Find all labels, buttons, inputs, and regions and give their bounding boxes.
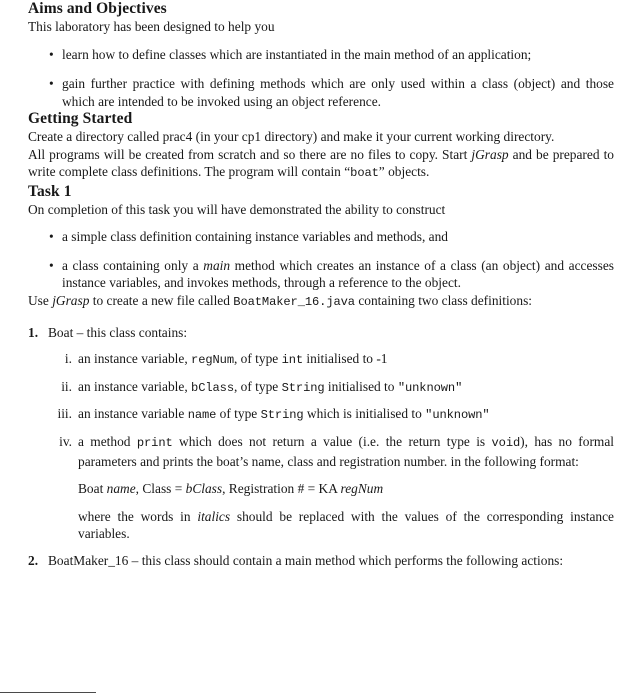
filename-code: BoatMaker_16.java (233, 294, 355, 309)
item-1-marker: 1. (28, 324, 39, 340)
roman-ii-text: an instance variable, bClass, of type St… (78, 378, 614, 398)
heading-getting-started: Getting Started (28, 110, 133, 128)
regnum-code: regNum (191, 353, 234, 368)
void-code: void (491, 435, 521, 450)
roman-iv-marker: iv. (59, 433, 72, 449)
unknown-code: "unknown" (425, 408, 490, 423)
unknown-code: "unknown" (397, 380, 463, 395)
roman-ii-part2: , of type (233, 378, 282, 394)
paragraph-aims-intro: This laboratory has been designed to hel… (28, 18, 275, 34)
use-jgrasp-part1: Use (28, 292, 53, 308)
paragraph-use-jgrasp: Use jGrasp to create a new file called B… (28, 292, 614, 312)
document-page: Aims and Objectives This laboratory has … (0, 0, 644, 700)
item-1-text: Boat – this class contains: (48, 324, 188, 340)
int-code: int (281, 353, 304, 368)
roman-ii-marker: ii. (61, 378, 72, 394)
format-text2: , Class = (135, 481, 186, 497)
roman-ii-part3: initialised to (324, 378, 398, 394)
roman-i-marker: i. (64, 351, 72, 367)
main-italic: main (203, 257, 231, 273)
print-format-line: Boat name, Class = bClass, Registration … (78, 480, 614, 498)
roman-item-iii: iii. an instance variable name of type S… (48, 405, 614, 425)
format-text3: , Registration # = KA (222, 481, 341, 497)
bullet-dot-icon: • (49, 257, 54, 273)
jgrasp-italic: jGrasp (471, 146, 509, 162)
bullet-dot-icon: • (49, 47, 54, 63)
roman-i-text: an instance variable, regNum, of type in… (78, 350, 614, 370)
heading-task-1: Task 1 (28, 182, 72, 200)
note-part1: where the words in (78, 508, 198, 524)
name-code: name (187, 408, 217, 423)
use-jgrasp-part3: containing two class definitions: (354, 292, 532, 308)
page-bottom-rule (0, 692, 96, 693)
roman-ii-part1: an instance variable, (78, 378, 192, 394)
roman-iii-marker: iii. (57, 406, 72, 422)
roman-item-iv: iv. a method print which does not return… (48, 433, 614, 543)
roman-iv-part2: which does not return a value (i.e. the … (172, 433, 492, 449)
list-item: • learn how to define classes which are … (28, 46, 614, 64)
paragraph-all-programs: All programs will be created from scratc… (28, 146, 614, 183)
bullet-dot-icon: • (49, 229, 54, 245)
use-jgrasp-part2: to create a new file called (89, 292, 234, 308)
italics-note: where the words in italics should be rep… (78, 508, 614, 543)
boat-roman-list: i. an instance variable, regNum, of type… (48, 350, 614, 543)
roman-item-i: i. an instance variable, regNum, of type… (48, 350, 614, 370)
format-bclass-italic: bClass (185, 481, 223, 497)
aims-bullet-1-text: learn how to define classes which are in… (62, 47, 532, 63)
roman-i-part3: initialised to -1 (303, 351, 388, 367)
italics-word: italics (197, 508, 231, 524)
print-code: print (136, 435, 173, 450)
roman-i-part2: , of type (233, 351, 282, 367)
roman-iii-part3: which is initialised to (303, 406, 426, 422)
aims-bullet-2-text: gain further practice with defining meth… (62, 76, 614, 109)
task1-numbered-list: 1. Boat – this class contains: i. an ins… (28, 324, 614, 570)
format-text1: Boat (78, 481, 107, 497)
roman-iii-text: an instance variable name of type String… (78, 405, 614, 425)
task1-bullet-list: • a simple class definition containing i… (28, 228, 614, 292)
list-item: • a simple class definition containing i… (28, 228, 614, 246)
numbered-item-1: 1. Boat – this class contains: i. an ins… (28, 324, 614, 543)
task1-bullet-1-text: a simple class definition containing ins… (62, 229, 448, 245)
heading-aims-and-objectives: Aims and Objectives (28, 0, 167, 17)
roman-iii-part2: of type (216, 406, 261, 422)
item-2-text: BoatMaker_16 – this class should contain… (48, 552, 564, 568)
paragraph-task1-intro: On completion of this task you will have… (28, 201, 446, 217)
format-name-italic: name (106, 481, 136, 497)
document-content: Aims and Objectives This laboratory has … (28, 0, 614, 570)
string-code: String (281, 380, 325, 395)
bclass-code: bClass (191, 380, 234, 395)
boat-code: boat (350, 166, 379, 181)
string-code: String (260, 408, 304, 423)
aims-bullet-list: • learn how to define classes which are … (28, 46, 614, 110)
paragraph-create-directory: Create a directory called prac4 (in your… (28, 129, 555, 144)
roman-item-ii: ii. an instance variable, bClass, of typ… (48, 378, 614, 398)
roman-i-part1: an instance variable, (78, 351, 192, 367)
format-regnum-italic: regNum (340, 481, 384, 497)
roman-iv-text: a method print which does not return a v… (78, 433, 614, 470)
list-item: • gain further practice with defining me… (28, 75, 614, 110)
jgrasp-italic: jGrasp (52, 292, 90, 308)
all-programs-part1: All programs will be created from scratc… (28, 146, 472, 162)
bullet-dot-icon: • (49, 76, 54, 91)
item-2-marker: 2. (28, 552, 39, 568)
list-item: • a class containing only a main method … (28, 257, 614, 292)
numbered-item-2: 2. BoatMaker_16 – this class should cont… (28, 552, 614, 570)
roman-iii-part1: an instance variable (78, 406, 188, 422)
all-programs-part3: ” objects. (378, 164, 430, 180)
roman-iv-part1: a method (78, 433, 137, 449)
task1-bullet-2-part1: a class containing only a (62, 257, 204, 273)
